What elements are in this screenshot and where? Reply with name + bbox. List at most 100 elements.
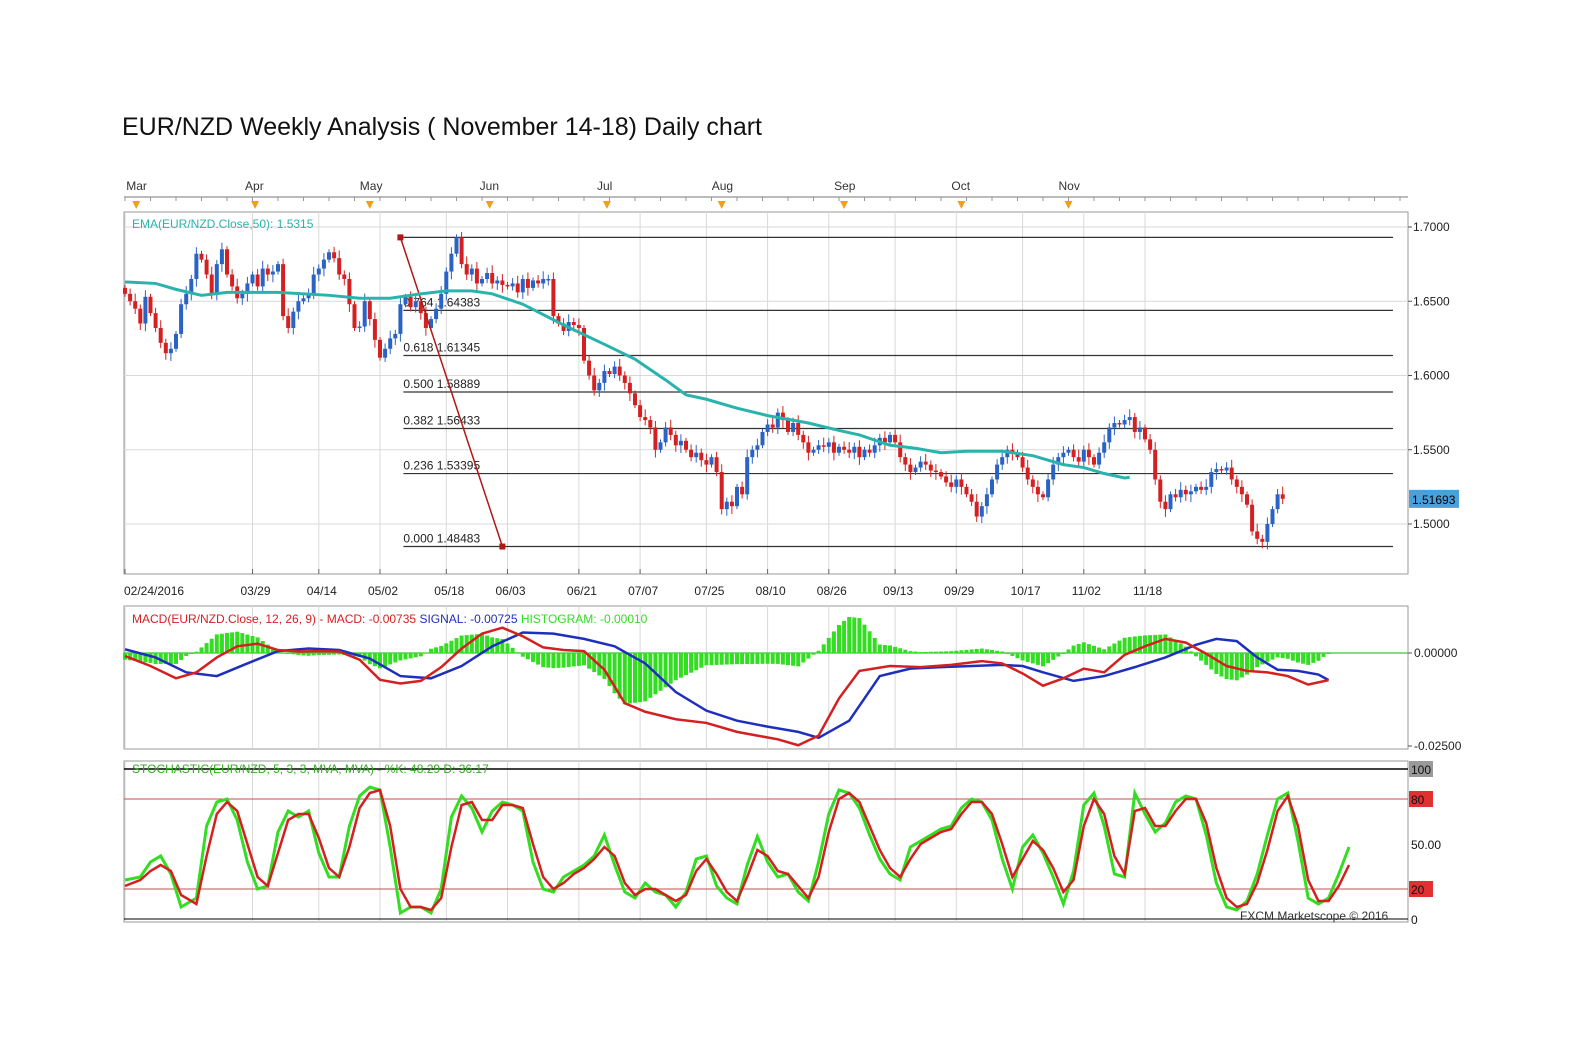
date-label: 09/13: [883, 584, 913, 598]
macd-histogram-bar: [194, 651, 199, 653]
macd-histogram-bar: [1035, 653, 1040, 665]
candle-body: [944, 476, 949, 483]
macd-histogram-bar: [510, 647, 515, 653]
macd-histogram-bar: [1025, 653, 1030, 662]
date-label: 02/24/2016: [124, 584, 184, 598]
macd-histogram-bar: [1051, 653, 1056, 660]
macd-histogram-bar: [1122, 637, 1127, 653]
macd-histogram-bar: [699, 653, 704, 668]
candle-body: [480, 278, 484, 284]
macd-histogram-bar: [413, 653, 418, 658]
month-label: Mar: [126, 179, 147, 193]
candle-body: [194, 253, 199, 279]
candle-body: [617, 366, 622, 376]
candle-body: [888, 434, 892, 443]
macd-histogram-bar: [301, 653, 306, 656]
macd-histogram-bar: [780, 653, 785, 665]
fib-swing-end: [499, 543, 506, 550]
macd-histogram-bar: [1234, 653, 1239, 681]
candle-body: [893, 434, 898, 443]
date-label: 11/02: [1072, 584, 1101, 598]
candle-body: [515, 283, 520, 293]
candle-body: [1076, 457, 1081, 462]
macd-histogram-bar: [469, 634, 474, 653]
candle-body: [862, 449, 867, 458]
candle-body: [984, 494, 989, 507]
candle-body: [551, 278, 556, 317]
macd-histogram-bar: [811, 653, 816, 655]
candle-body: [765, 424, 770, 432]
macd-histogram-bar: [306, 653, 311, 656]
macd-histogram-bar: [903, 649, 908, 653]
macd-histogram-bar: [959, 650, 964, 653]
month-label: Jul: [597, 179, 612, 193]
macd-histogram-bar: [449, 640, 454, 653]
candle-body: [1097, 452, 1102, 465]
macd-histogram-bar: [1010, 653, 1015, 656]
macd-histogram-bar: [786, 653, 790, 666]
month-label: May: [360, 179, 383, 193]
month-marker: [957, 201, 966, 209]
candle-body: [592, 375, 597, 391]
candle-body: [821, 445, 826, 447]
candle-body: [1092, 457, 1096, 465]
macd-histogram-bar: [1158, 634, 1163, 653]
candle-body: [525, 278, 530, 288]
candle-body: [908, 464, 913, 473]
macd-histogram-bar: [949, 651, 954, 653]
candle-body: [923, 461, 928, 465]
candle-body: [638, 405, 643, 418]
stoch-tick-label: 50.00: [1411, 838, 1441, 852]
candle-body: [1041, 494, 1045, 498]
stoch-tick-label: 0: [1411, 913, 1418, 927]
candle-body: [342, 274, 347, 279]
macd-histogram-bar: [796, 653, 801, 667]
macd-histogram-bar: [821, 644, 826, 653]
candle-body: [1148, 439, 1153, 450]
candle-body: [179, 304, 184, 334]
macd-histogram-bar: [979, 648, 984, 653]
candle-body: [250, 274, 255, 284]
candle-body: [1051, 464, 1056, 480]
date-label: 09/29: [944, 584, 974, 598]
month-marker: [602, 201, 611, 209]
candle-body: [128, 293, 133, 302]
chart-canvas[interactable]: Mar Apr May Jun Jul Aug Sep Oct Nov 1.5000 1.5500 1…: [0, 0, 1577, 1062]
candle-body: [347, 278, 352, 305]
macd-histogram-bar: [842, 620, 847, 653]
candle-body: [898, 442, 903, 458]
candle-body: [791, 423, 796, 432]
macd-histogram-bar: [541, 653, 546, 668]
candle-body: [1163, 501, 1168, 510]
candle-body: [1188, 491, 1193, 495]
macd-histogram-bar: [1270, 653, 1275, 660]
candle-body: [842, 446, 847, 450]
candle-body: [1137, 427, 1142, 432]
macd-histogram-bar: [847, 616, 852, 653]
candle-body: [1194, 486, 1198, 492]
macd-histogram-bar: [944, 651, 949, 653]
candle-body: [276, 264, 280, 272]
candle-body: [1245, 494, 1249, 505]
candle-body: [627, 382, 632, 394]
month-marker: [1064, 201, 1073, 209]
candle-body: [1035, 486, 1040, 495]
candle-body: [1066, 449, 1071, 453]
candle-body: [597, 382, 602, 391]
candle-body: [1214, 469, 1219, 473]
candle-body: [184, 293, 189, 305]
macd-histogram-bar: [622, 653, 627, 705]
candle-body: [918, 461, 923, 468]
date-label: 03/29: [241, 584, 271, 598]
macd-histogram-bar: [755, 653, 760, 664]
month-marker: [840, 201, 849, 209]
macd-histogram-bar: [673, 653, 678, 681]
candle-body: [174, 333, 178, 349]
macd-histogram-bar: [423, 652, 428, 654]
macd-histogram-bar: [571, 653, 576, 667]
candle-body: [1255, 531, 1260, 539]
macd-histogram-bar: [551, 653, 556, 669]
candle-body: [1127, 417, 1132, 421]
macd-histogram-bar: [765, 653, 770, 664]
macd-histogram-bar: [735, 653, 739, 665]
